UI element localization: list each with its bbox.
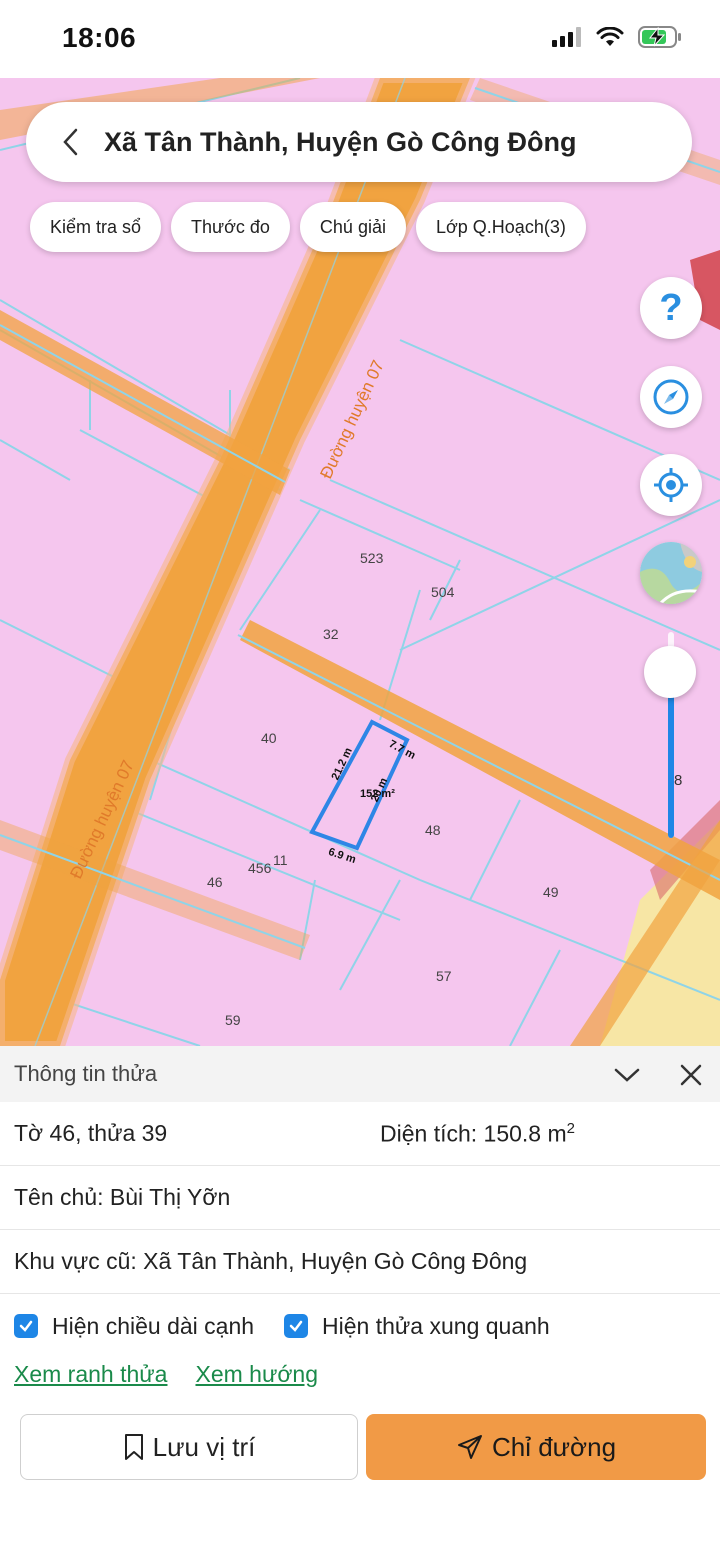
sheet-title: Thông tin thửa bbox=[14, 1061, 158, 1086]
zoom-level-label: 8 bbox=[674, 772, 683, 789]
plot-label: 59 bbox=[225, 1012, 241, 1028]
map-type-button[interactable] bbox=[640, 542, 702, 604]
parcel-id-row: Tờ 46, thửa 39 Diện tích: 150.8 m2 bbox=[0, 1102, 720, 1166]
page-title: Xã Tân Thành, Huyện Gò Công Đông bbox=[104, 126, 577, 157]
bookmark-icon bbox=[124, 1434, 143, 1460]
send-direction-icon bbox=[457, 1435, 482, 1459]
owner-name: Tên chủ: Bùi Thị Yỡn bbox=[14, 1184, 231, 1210]
compass-icon bbox=[653, 379, 689, 415]
battery-charging-icon bbox=[638, 26, 681, 48]
view-direction-link[interactable]: Xem hướng bbox=[195, 1361, 318, 1388]
checkmark-icon bbox=[284, 1314, 309, 1338]
location-header[interactable]: Xã Tân Thành, Huyện Gò Công Đông bbox=[26, 102, 692, 182]
parcel-info-sheet: Thông tin thửa Tờ 46, thửa 39 Diện tích:… bbox=[0, 1046, 720, 1557]
directions-button[interactable]: Chỉ đường bbox=[366, 1414, 706, 1480]
sheet-header: Thông tin thửa bbox=[0, 1046, 720, 1102]
plot-label: 11 bbox=[273, 852, 288, 868]
plot-label: 456 bbox=[248, 860, 272, 876]
compass-button[interactable] bbox=[640, 366, 702, 428]
plot-label: 40 bbox=[261, 730, 277, 746]
plot-label: 523 bbox=[360, 550, 384, 566]
plot-label: 32 bbox=[323, 626, 339, 642]
plot-label: 57 bbox=[436, 968, 452, 984]
show-neighbors-checkbox[interactable]: Hiện thửa xung quanh bbox=[284, 1313, 550, 1340]
check-book-button[interactable]: Kiểm tra sổ bbox=[30, 202, 162, 252]
back-icon[interactable] bbox=[52, 124, 88, 160]
zoom-slider-knob[interactable] bbox=[644, 646, 696, 698]
status-time: 18:06 bbox=[62, 22, 137, 53]
target-location-icon bbox=[654, 468, 688, 502]
plot-label: 49 bbox=[543, 884, 559, 900]
action-buttons: Lưu vị trí Chỉ đường bbox=[20, 1414, 706, 1480]
close-icon[interactable] bbox=[676, 1060, 706, 1090]
old-area: Khu vực cũ: Xã Tân Thành, Huyện Gò Công … bbox=[14, 1248, 528, 1274]
old-area-row: Khu vực cũ: Xã Tân Thành, Huyện Gò Công … bbox=[0, 1230, 720, 1294]
display-options: Hiện chiều dài cạnh Hiện thửa xung quanh bbox=[0, 1298, 720, 1354]
wifi-icon bbox=[596, 27, 624, 46]
zoom-slider-fill bbox=[668, 693, 674, 838]
parcel-links: Xem ranh thửa Xem hướng bbox=[0, 1354, 720, 1394]
checkmark-icon bbox=[14, 1314, 38, 1338]
show-edge-length-checkbox[interactable]: Hiện chiều dài cạnh bbox=[14, 1313, 254, 1340]
legend-button[interactable]: Chú giải bbox=[299, 202, 406, 252]
satellite-map-icon bbox=[640, 542, 702, 604]
chevron-down-icon[interactable] bbox=[612, 1060, 642, 1090]
save-location-button[interactable]: Lưu vị trí bbox=[20, 1414, 358, 1480]
status-bar: 18:06 bbox=[0, 0, 720, 78]
help-button[interactable]: ? bbox=[640, 277, 702, 339]
map-toolbar: Kiểm tra sổ Thước đo Chú giải Lớp Q.Hoạc… bbox=[30, 202, 586, 252]
plot-label: 46 bbox=[207, 874, 223, 890]
signal-icon bbox=[552, 27, 581, 47]
plot-label: 48 bbox=[425, 822, 441, 838]
measure-button[interactable]: Thước đo bbox=[171, 202, 290, 252]
help-icon: ? bbox=[659, 286, 683, 329]
owner-row: Tên chủ: Bùi Thị Yỡn bbox=[0, 1166, 720, 1230]
status-icons bbox=[552, 26, 682, 48]
parcel-id: Tờ 46, thửa 39 bbox=[14, 1120, 168, 1146]
parcel-area: Diện tích: 150.8 m2 bbox=[380, 1119, 575, 1147]
my-location-button[interactable] bbox=[640, 454, 702, 516]
view-boundary-link[interactable]: Xem ranh thửa bbox=[14, 1361, 167, 1388]
planning-layers-button[interactable]: Lớp Q.Hoạch(3) bbox=[415, 202, 586, 252]
plot-label: 504 bbox=[431, 584, 455, 600]
